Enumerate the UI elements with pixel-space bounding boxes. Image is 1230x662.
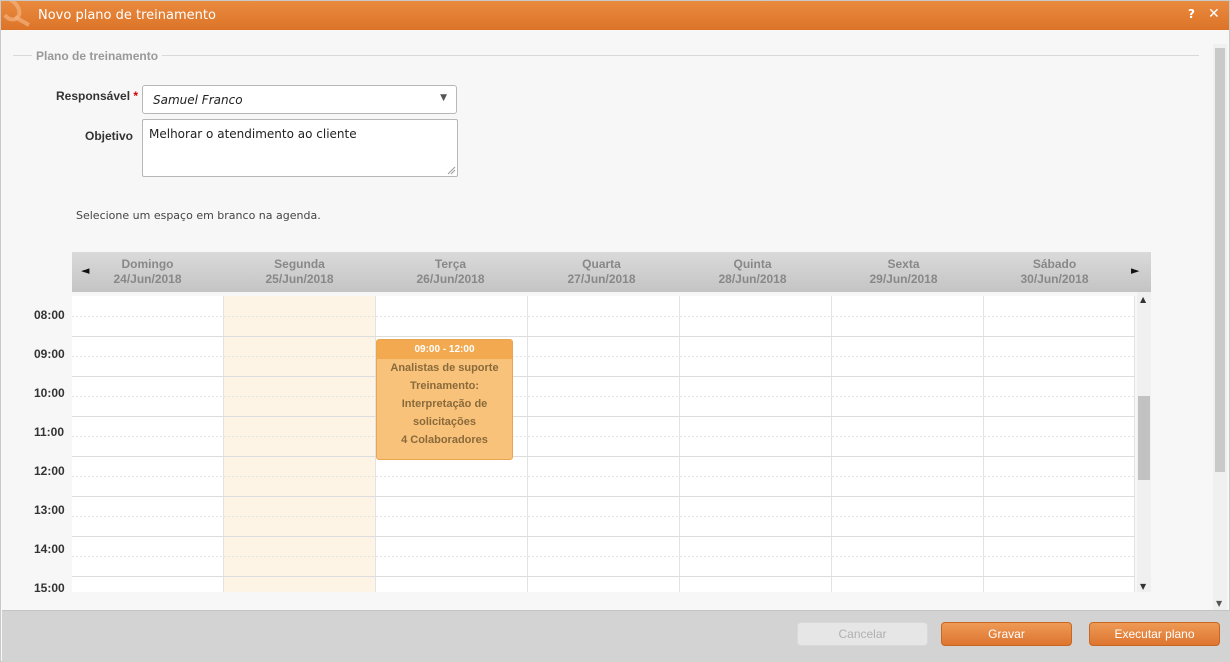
weekly-calendar: ◄ Domingo 24/Jun/2018 Segunda 25/Jun/2018 … (34, 252, 1151, 595)
event-group: Analistas de suporte (390, 362, 499, 374)
half-hour-line (72, 356, 1135, 357)
responsavel-select[interactable]: Samuel Franco ▼ (142, 85, 457, 114)
objetivo-value: Melhorar o atendimento ao cliente (149, 127, 357, 141)
half-hour-line (72, 516, 1135, 517)
responsavel-label-text: Responsável (56, 89, 131, 103)
half-hour-line (72, 316, 1135, 317)
day-name: Domingo (121, 257, 174, 271)
hour-line (72, 456, 1135, 457)
hour-label: 11:00 (34, 425, 65, 439)
day-header-saturday[interactable]: Sábado 30/Jun/2018 (979, 257, 1130, 287)
event-participants: 4 Colaboradores (401, 434, 488, 446)
section-title: Plano de treinamento (32, 49, 163, 63)
calendar-scrollbar[interactable]: ▲ ▼ (1137, 292, 1151, 592)
next-week-icon[interactable]: ► (1131, 264, 1139, 277)
title-bar: Novo plano de treinamento ? ✕ (1, 1, 1229, 30)
hour-line (72, 336, 1135, 337)
day-name: Quinta (733, 257, 772, 271)
day-header-wednesday[interactable]: Quarta 27/Jun/2018 (526, 257, 677, 287)
training-event[interactable]: 09:00 - 12:00 Analistas de suporte Trein… (376, 339, 513, 460)
close-icon[interactable]: ✕ (1208, 6, 1220, 22)
responsavel-value: Samuel Franco (153, 93, 243, 107)
day-header-tuesday[interactable]: Terça 26/Jun/2018 (375, 257, 526, 287)
calendar-header: ◄ Domingo 24/Jun/2018 Segunda 25/Jun/2018 … (72, 252, 1151, 292)
day-header-thursday[interactable]: Quinta 28/Jun/2018 (677, 257, 828, 287)
half-hour-line (72, 396, 1135, 397)
scroll-down-icon[interactable]: ▼ (1140, 582, 1146, 591)
dialog-footer: Cancelar Gravar Executar plano (2, 610, 1230, 662)
hour-label: 09:00 (34, 347, 65, 361)
chevron-down-icon: ▼ (440, 93, 447, 103)
dialog-content: Plano de treinamento Responsável * Samue… (3, 30, 1227, 610)
day-column-saturday[interactable] (984, 296, 1135, 592)
day-name: Sábado (1032, 257, 1077, 271)
event-type: Treinamento: (409, 380, 480, 392)
day-date: 25/Jun/2018 (265, 272, 334, 286)
day-name: Segunda (274, 257, 325, 271)
event-time: 09:00 - 12:00 (377, 340, 512, 359)
day-header-sunday[interactable]: Domingo 24/Jun/2018 (72, 257, 223, 287)
day-date: 30/Jun/2018 (1020, 272, 1089, 286)
day-header-monday[interactable]: Segunda 25/Jun/2018 (224, 257, 375, 287)
hour-line (72, 496, 1135, 497)
hour-label: 13:00 (34, 503, 65, 517)
dialog-title: Novo plano de treinamento (38, 8, 216, 23)
hour-label: 08:00 (34, 308, 65, 322)
scroll-down-icon[interactable]: ▼ (1216, 599, 1222, 608)
calendar-hint: Selecione um espaço em branco na agenda. (76, 209, 321, 222)
day-column-friday[interactable] (832, 296, 984, 592)
event-topic-line2: solicitações (413, 416, 476, 428)
help-icon[interactable]: ? (1188, 7, 1195, 21)
day-column-monday[interactable] (224, 296, 376, 592)
day-column-wednesday[interactable] (528, 296, 680, 592)
hour-label: 15:00 (34, 581, 65, 595)
day-column-thursday[interactable] (680, 296, 832, 592)
save-button[interactable]: Gravar (941, 622, 1072, 646)
day-date: 24/Jun/2018 (113, 272, 182, 286)
execute-plan-button[interactable]: Executar plano (1089, 622, 1220, 646)
section-divider (13, 55, 1199, 56)
objetivo-label: Objetivo (85, 129, 134, 143)
scrollbar-thumb[interactable] (1138, 396, 1150, 480)
hour-label: 10:00 (34, 386, 65, 400)
responsavel-label: Responsável * (56, 89, 138, 103)
calendar-grid[interactable]: 09:00 - 12:00 Analistas de suporte Trein… (72, 296, 1135, 592)
hour-line (72, 416, 1135, 417)
event-topic-line1: Interpretação de (401, 398, 488, 410)
hour-line (72, 576, 1135, 577)
app-logo-icon (3, 1, 30, 27)
page-scrollbar[interactable]: ▼ (1213, 44, 1227, 610)
hour-label: 14:00 (34, 542, 65, 556)
day-date: 28/Jun/2018 (718, 272, 787, 286)
scroll-up-icon[interactable]: ▲ (1140, 295, 1146, 304)
hour-line (72, 376, 1135, 377)
required-mark: * (133, 89, 139, 103)
day-date: 27/Jun/2018 (567, 272, 636, 286)
hour-label: 12:00 (34, 464, 65, 478)
day-name: Sexta (887, 257, 920, 271)
day-name: Terça (434, 257, 467, 271)
half-hour-line (72, 436, 1135, 437)
dialog-window: Novo plano de treinamento ? ✕ Plano de t… (0, 0, 1230, 662)
cancel-button[interactable]: Cancelar (797, 622, 928, 646)
day-header-friday[interactable]: Sexta 29/Jun/2018 (828, 257, 979, 287)
day-date: 29/Jun/2018 (869, 272, 938, 286)
objetivo-textarea[interactable]: Melhorar o atendimento ao cliente (142, 119, 458, 177)
hour-line (72, 536, 1135, 537)
resize-grip-icon[interactable] (447, 166, 456, 175)
half-hour-line (72, 476, 1135, 477)
half-hour-line (72, 556, 1135, 557)
day-date: 26/Jun/2018 (416, 272, 485, 286)
page-scrollbar-thumb[interactable] (1215, 48, 1225, 472)
day-column-sunday[interactable] (72, 296, 224, 592)
day-name: Quarta (582, 257, 621, 271)
